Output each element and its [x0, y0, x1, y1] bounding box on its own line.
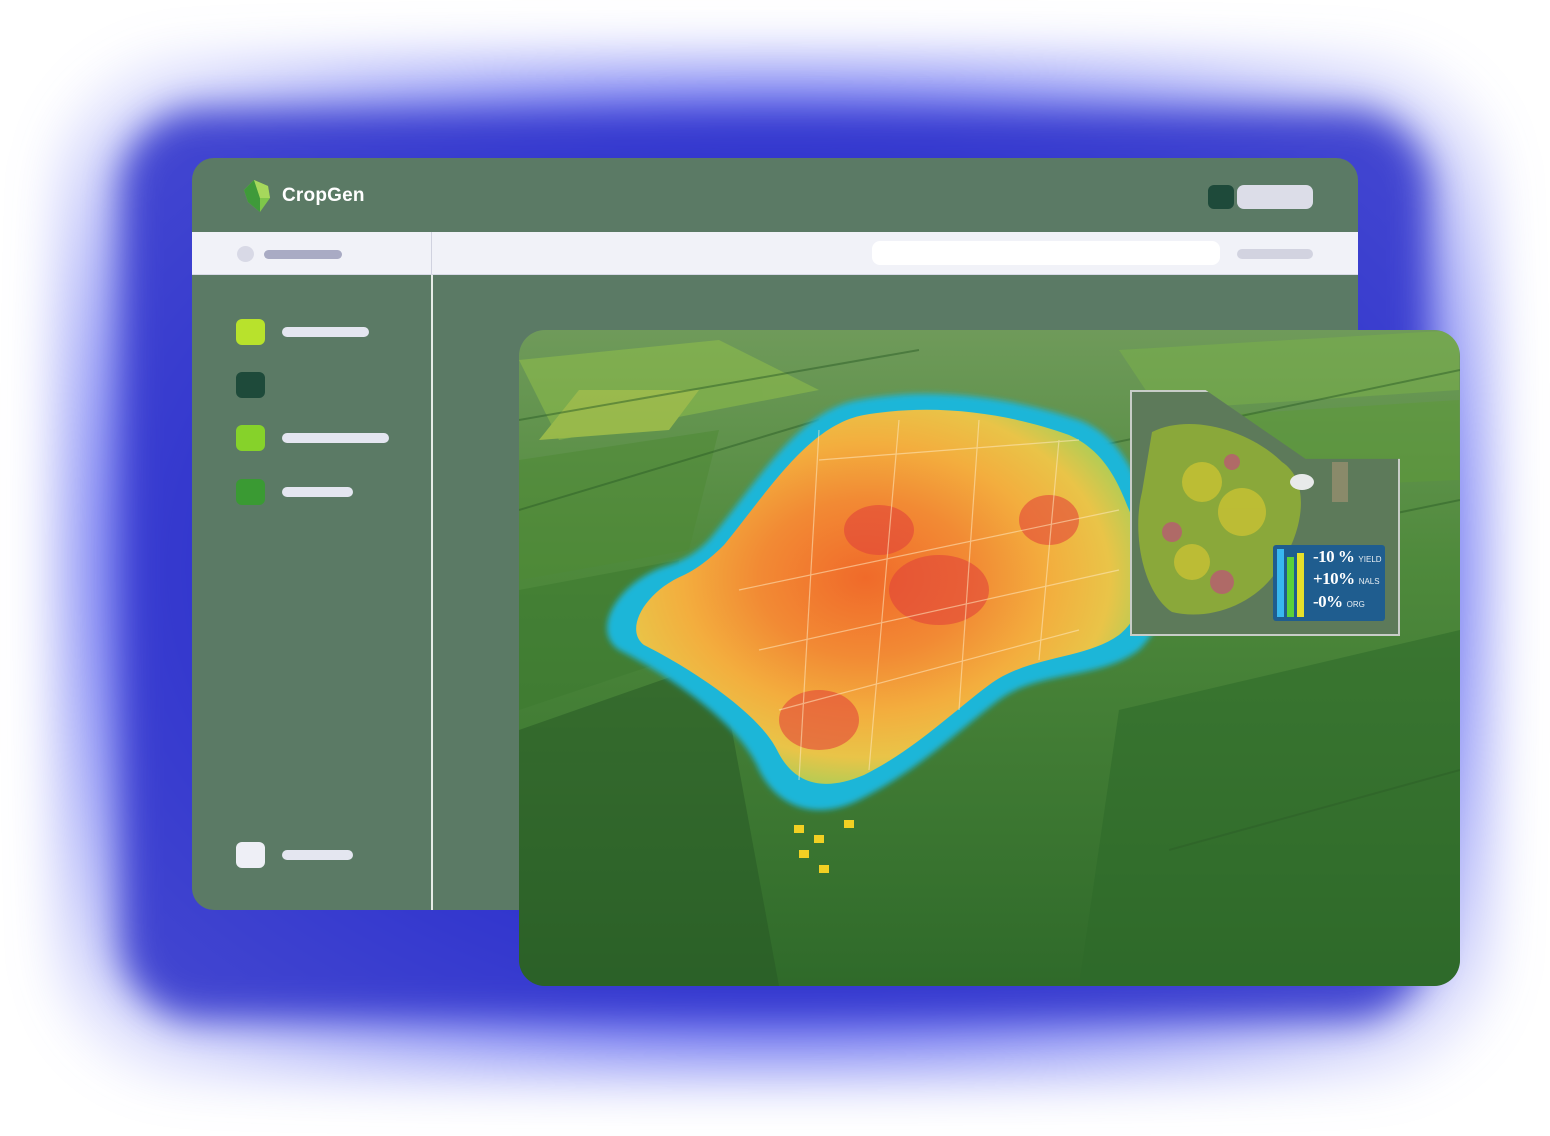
stat-value: +10% [1313, 569, 1355, 588]
app-name: CropGen [282, 185, 365, 206]
sidebar-item-label-placeholder [282, 433, 389, 443]
subbar-right-placeholder [1237, 249, 1313, 259]
topbar-action-button[interactable] [1208, 185, 1234, 209]
sidebar-item-2[interactable] [236, 372, 265, 398]
sidebar-item-label-placeholder [282, 487, 353, 497]
stat-row-nals: +10% NALS [1313, 569, 1380, 589]
stat-label: YIELD [1358, 555, 1382, 564]
stat-value: -10 % [1313, 547, 1355, 566]
topbar-profile-button[interactable] [1237, 185, 1313, 209]
stat-row-yield: -10 % YIELD [1313, 547, 1382, 567]
stat-row-org: -0% ORG [1313, 592, 1365, 612]
sidebar-item-4[interactable] [236, 479, 353, 505]
stat-bar-blue [1277, 549, 1284, 617]
field-heatmap-image[interactable] [519, 330, 1460, 986]
stat-label: NALS [1358, 577, 1380, 586]
subbar-icon [237, 246, 254, 262]
top-bar: CropGen [192, 158, 1358, 232]
stat-bar-green [1287, 557, 1294, 617]
sidebar-item-label-placeholder [282, 850, 353, 860]
sidebar-item-icon [236, 319, 265, 345]
sidebar-item-icon [236, 842, 265, 868]
sidebar-item-bottom[interactable] [236, 842, 353, 868]
sidebar-item-3[interactable] [236, 425, 389, 451]
sidebar-item-icon [236, 372, 265, 398]
yield-stats-panel: -10 % YIELD +10% NALS -0% ORG [1273, 545, 1385, 621]
sub-header-bar [192, 232, 1358, 275]
sidebar-item-label-placeholder [282, 327, 369, 337]
sidebar-item-icon [236, 425, 265, 451]
stat-value: -0% [1313, 592, 1343, 611]
app-logo[interactable]: CropGen [240, 178, 365, 214]
breadcrumb-placeholder [264, 250, 342, 259]
stat-label: ORG [1346, 600, 1365, 609]
subbar-divider [431, 232, 432, 274]
sidebar-divider [431, 275, 433, 910]
sidebar-item-icon [236, 479, 265, 505]
cropgen-leaf-icon [244, 180, 270, 212]
search-input[interactable] [872, 241, 1220, 265]
stat-bar-yellow [1297, 553, 1304, 617]
sidebar-item-1[interactable] [236, 319, 369, 345]
